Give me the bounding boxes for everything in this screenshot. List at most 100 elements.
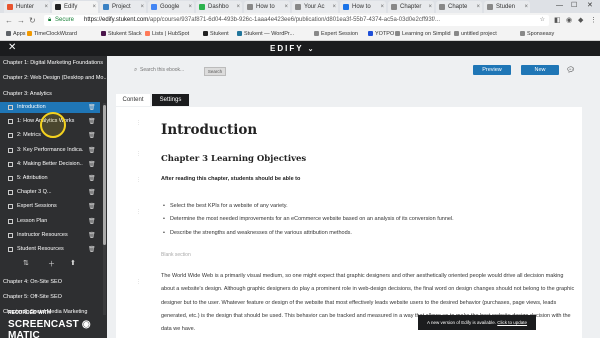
trash-icon[interactable]: 🗑︎ (88, 146, 96, 157)
bookmark-item[interactable]: TimeClockWizard (27, 28, 77, 40)
tab-content[interactable]: Content (116, 94, 150, 106)
update-link[interactable]: Click to update (497, 320, 527, 325)
trash-icon[interactable]: 🗑︎ (88, 160, 96, 171)
extension-icon[interactable]: ◆ (578, 16, 583, 26)
page-icon (8, 218, 13, 224)
section-heading: Chapter 3 Learning Objectives (161, 154, 307, 164)
favicon-icon (487, 4, 493, 10)
forward-icon[interactable]: → (17, 15, 25, 26)
bookmark-item[interactable]: Apps (6, 28, 26, 40)
sidebar-item[interactable]: Expert Sessions 🗑︎ (0, 201, 100, 212)
sidebar-scroll-thumb[interactable] (103, 105, 106, 245)
maximize-icon[interactable]: ☐ (571, 0, 577, 12)
sidebar-item[interactable]: Chapter 3 Q... 🗑︎ (0, 187, 100, 198)
trash-icon[interactable]: 🗑︎ (88, 117, 96, 128)
reorder-icon[interactable]: ⇅ (23, 259, 29, 267)
close-tab-icon[interactable]: × (332, 1, 336, 13)
new-button[interactable]: New (521, 65, 559, 75)
extension-icon[interactable]: ◉ (566, 16, 572, 26)
add-icon[interactable]: ＋ (48, 259, 55, 269)
back-icon[interactable]: ← (5, 15, 13, 26)
search-button[interactable]: Search (204, 67, 226, 76)
drag-handle-icon[interactable]: ⋮ (136, 209, 141, 215)
close-tab-icon[interactable]: × (476, 1, 480, 13)
bookmark-icon (203, 30, 208, 36)
trash-icon[interactable]: 🗑︎ (88, 202, 96, 213)
browser-tab[interactable]: Chapte × (436, 1, 482, 13)
bookmark-item[interactable]: YOTPO (368, 28, 394, 40)
blank-section[interactable]: Blank section (161, 252, 191, 258)
bookmark-item[interactable]: Lists | HubSpot (145, 28, 189, 40)
browser-tab[interactable]: Studen × (484, 1, 530, 13)
sidebar-item[interactable]: Lesson Plan 🗑︎ (0, 216, 100, 227)
drag-handle-icon[interactable]: ⋮ (136, 120, 141, 126)
upload-icon[interactable]: ⬆ (70, 259, 76, 267)
reload-icon[interactable]: ↻ (29, 15, 36, 26)
close-tab-icon[interactable]: × (428, 1, 432, 13)
drag-handle-icon[interactable]: ⋮ (136, 279, 141, 285)
sidebar-chapter[interactable]: Chapter 3: Analytics (0, 89, 107, 99)
preview-button[interactable]: Preview (473, 65, 511, 75)
browser-tab[interactable]: Dashbo × (196, 1, 242, 13)
trash-icon[interactable]: 🗑︎ (88, 131, 96, 142)
close-tab-icon[interactable]: × (380, 1, 384, 13)
chat-icon[interactable]: 💬︎ (566, 66, 575, 74)
bookmark-item[interactable]: Learning on Simplid (395, 28, 451, 40)
sidebar-item[interactable]: Instructor Resources 🗑︎ (0, 230, 100, 241)
drag-handle-icon[interactable]: ⋮ (136, 151, 141, 157)
sidebar-item[interactable]: 5: Attribution 🗑︎ (0, 173, 100, 184)
bookmark-star-icon[interactable]: ☆ (540, 15, 545, 26)
browser-tab[interactable]: Edify × (52, 1, 98, 13)
url-bar[interactable]: 🔒︎ Secure https://edify.stukent.com/app/… (44, 15, 549, 26)
trash-icon[interactable]: 🗑︎ (88, 231, 96, 242)
close-tab-icon[interactable]: × (140, 1, 144, 13)
sidebar-chapter[interactable]: Chapter 5: Off-Site SEO (0, 292, 107, 302)
close-tab-icon[interactable]: × (92, 1, 96, 13)
browser-tab[interactable]: Project × (100, 1, 146, 13)
sidebar-chapter[interactable]: Chapter 1: Digital Marketing Foundations (0, 58, 107, 68)
browser-tab[interactable]: How to × (340, 1, 386, 13)
extension-icon[interactable]: ◧ (554, 16, 561, 26)
tab-title: Your Ac (304, 4, 325, 10)
trash-icon[interactable]: 🗑︎ (88, 188, 96, 199)
menu-icon[interactable]: ⋮ (590, 16, 597, 26)
close-tab-icon[interactable]: × (188, 1, 192, 13)
main-area: ⌕ Search Preview New 💬︎ Content Settings… (107, 56, 600, 338)
trash-icon[interactable]: 🗑︎ (88, 103, 96, 114)
close-tab-icon[interactable]: × (44, 1, 48, 13)
close-tab-icon[interactable]: × (284, 1, 288, 13)
browser-tab[interactable]: Your Ac × (292, 1, 338, 13)
bookmark-item[interactable]: Stukent Slack (101, 28, 142, 40)
bookmark-item[interactable]: Stukent (203, 28, 229, 40)
browser-tab[interactable]: Google × (148, 1, 194, 13)
sidebar-chapter[interactable]: Chapter 4: On-Site SEO (0, 277, 107, 287)
bookmark-label: Stukent (210, 31, 229, 37)
sidebar-item[interactable]: 3: Key Performance Indica... 🗑︎ (0, 145, 100, 156)
bookmark-item[interactable]: Expert Session (314, 28, 358, 40)
minimize-icon[interactable]: — (556, 0, 563, 12)
bookmark-label: YOTPO (375, 31, 395, 37)
browser-tab[interactable]: Hunter × (4, 1, 50, 13)
close-icon[interactable]: ✕ (8, 42, 16, 54)
sidebar-chapter[interactable]: Chapter 2: Web Design (Desktop and Mo... (0, 73, 107, 83)
close-window-icon[interactable]: ✕ (587, 0, 593, 12)
browser-tab[interactable]: Chapter × (388, 1, 434, 13)
tab-title: How to (352, 4, 371, 10)
sidebar-item[interactable]: 4: Making Better Decision... 🗑︎ (0, 159, 100, 170)
favicon-icon (103, 4, 109, 10)
bookmark-item[interactable]: Sponseasy (520, 28, 554, 40)
drag-handle-icon[interactable]: ⋮ (136, 177, 141, 183)
tab-settings[interactable]: Settings (152, 94, 189, 106)
trash-icon[interactable]: 🗑︎ (88, 217, 96, 228)
app-logo[interactable]: EDIFY ⌄ (270, 42, 314, 56)
close-tab-icon[interactable]: × (524, 1, 528, 13)
bookmark-item[interactable]: untitled project (454, 28, 497, 40)
trash-icon[interactable]: 🗑︎ (88, 245, 96, 256)
favicon-icon (199, 4, 205, 10)
bookmark-item[interactable]: Stukent — WordPr... (237, 28, 294, 40)
trash-icon[interactable]: 🗑︎ (88, 174, 96, 185)
browser-tab[interactable]: How to × (244, 1, 290, 13)
sidebar-item[interactable]: Student Resources 🗑︎ (0, 244, 100, 255)
close-tab-icon[interactable]: × (236, 1, 240, 13)
objective-item: Describe the strengths and weaknesses of… (163, 230, 352, 236)
